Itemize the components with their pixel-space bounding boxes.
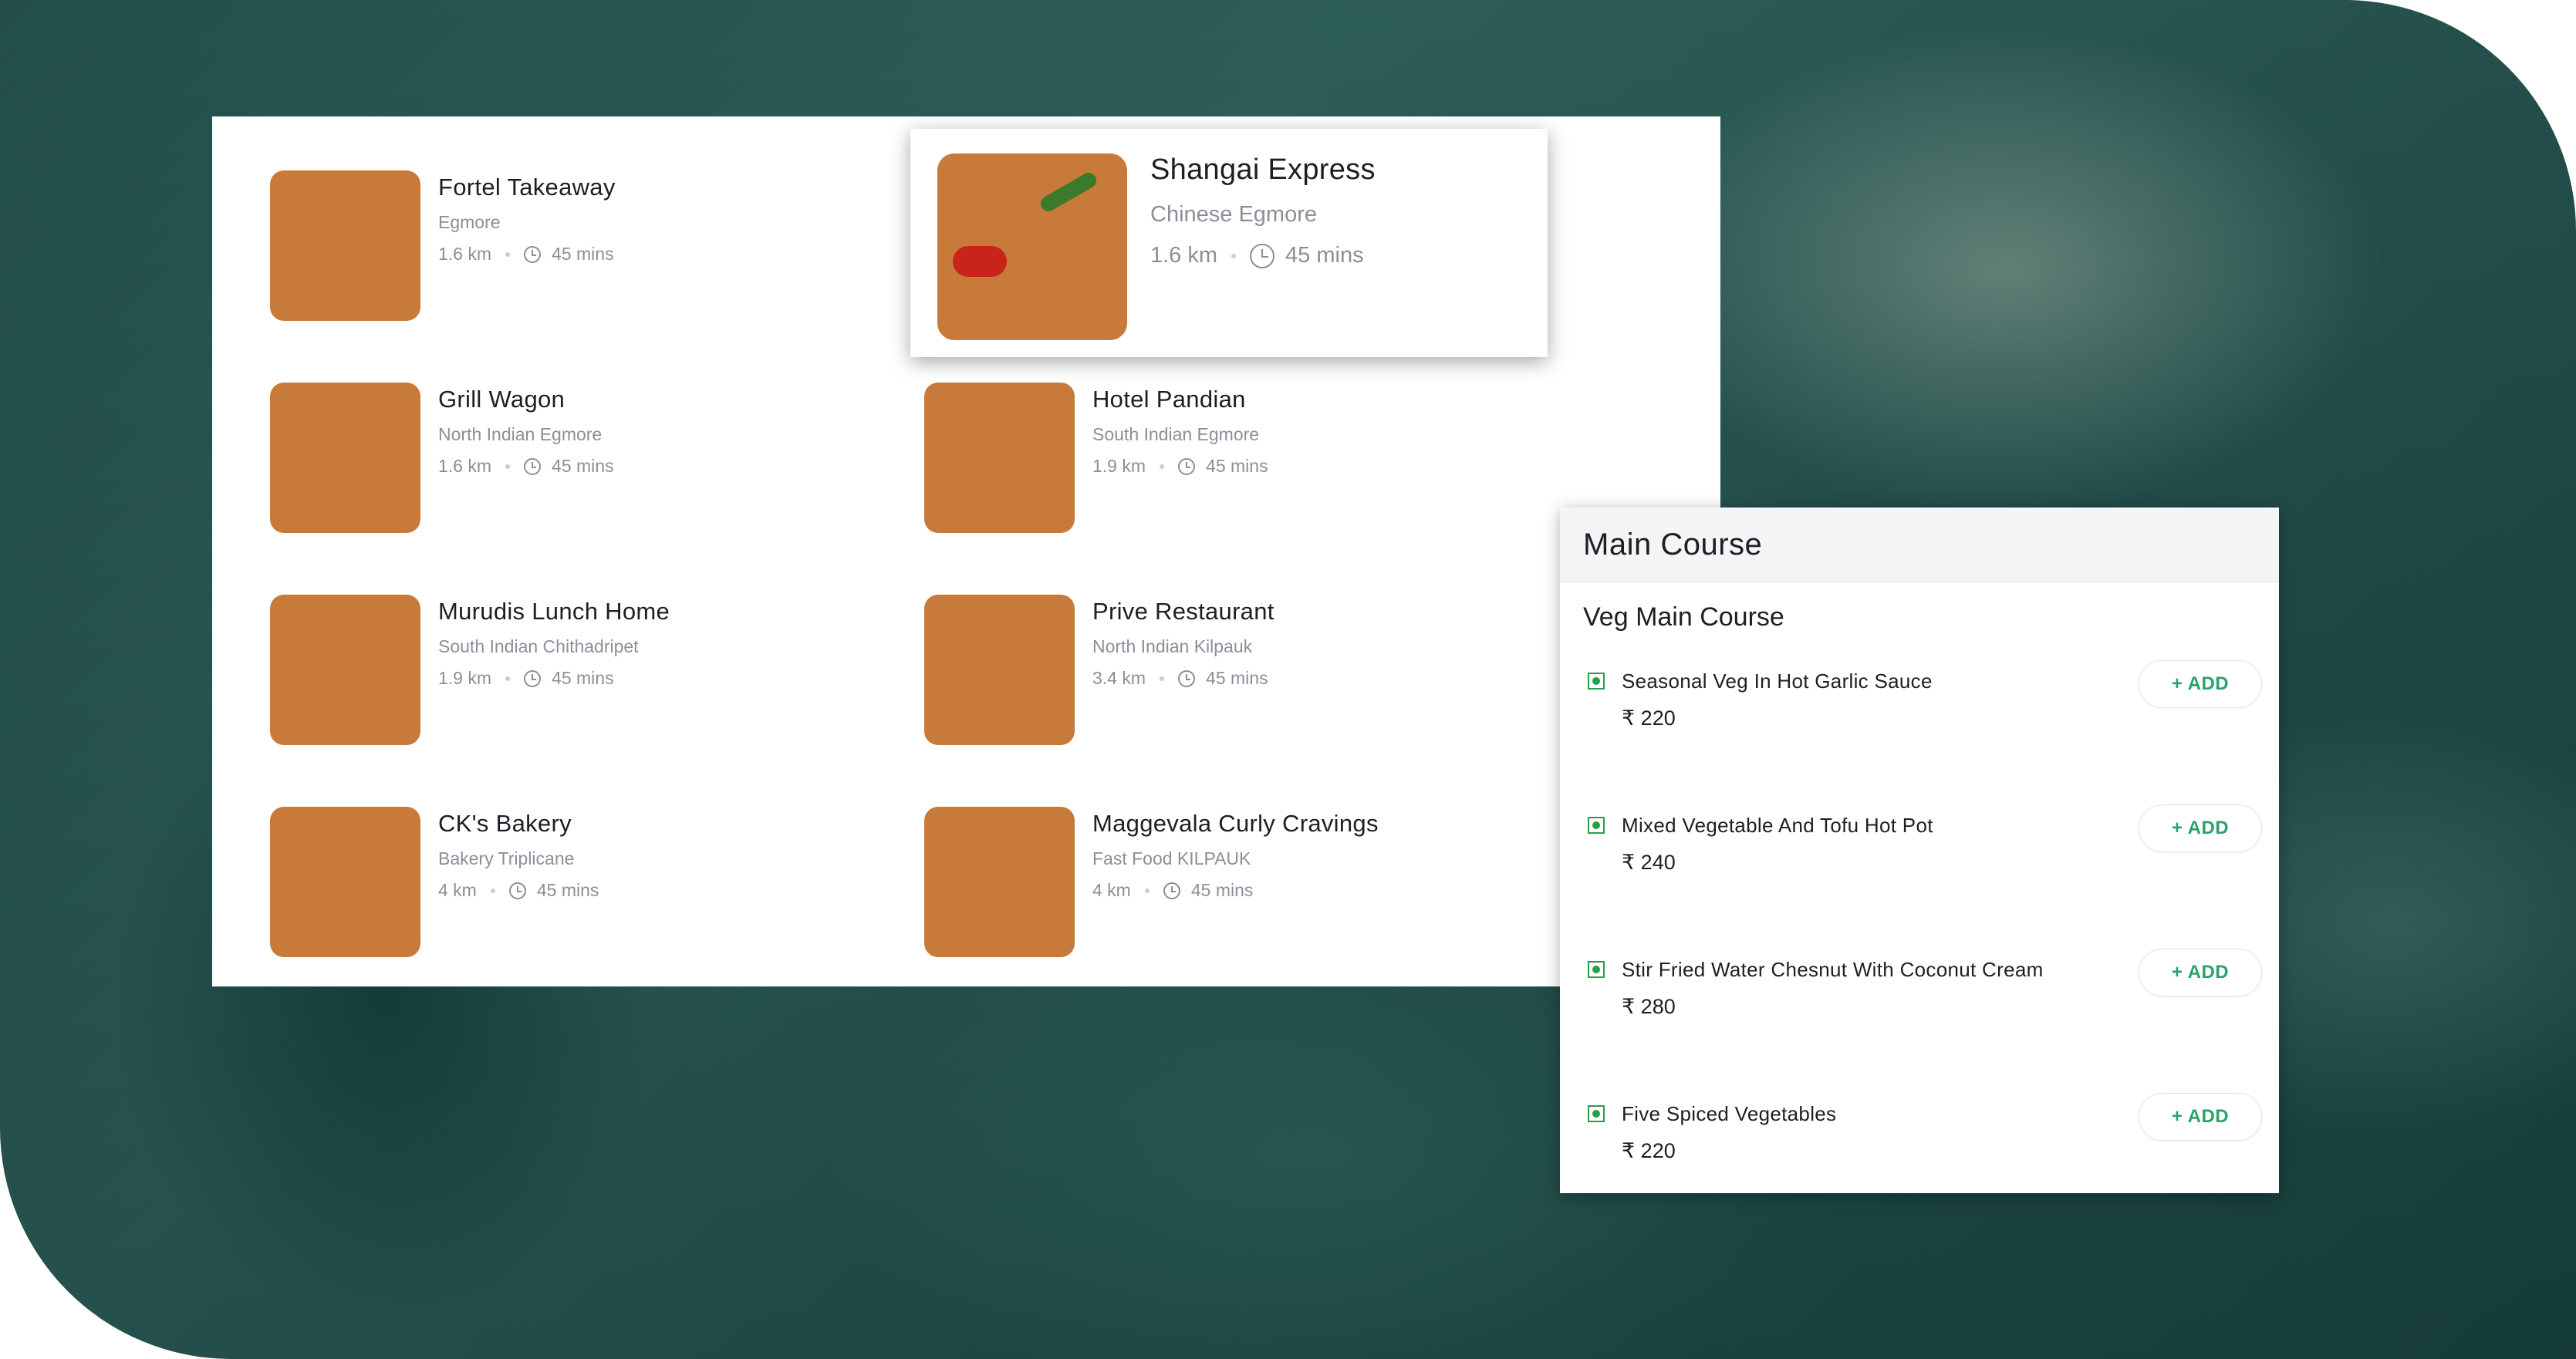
add-button[interactable]: + ADD (2139, 1093, 2262, 1141)
clock-icon (1250, 243, 1275, 268)
add-button[interactable]: + ADD (2139, 660, 2262, 708)
restaurant-card[interactable]: Fortel Takeaway Egmore 1.6 km 45 mins (270, 170, 616, 321)
restaurant-name: Maggevala Curly Cravings (1092, 810, 1379, 837)
clock-icon (1178, 457, 1196, 475)
restaurant-card[interactable]: Hotel Pandian South Indian Egmore 1.9 km… (924, 383, 1268, 533)
restaurant-image (924, 383, 1075, 533)
restaurant-cuisine: Fast Food KILPAUK (1092, 848, 1251, 868)
separator-dot (1160, 676, 1165, 681)
separator-dot (1144, 888, 1150, 893)
restaurant-cuisine: South Indian Chithadripet (438, 636, 639, 656)
restaurant-distance: 1.6 km (438, 244, 492, 264)
restaurant-image (924, 595, 1075, 745)
restaurant-name: Fortel Takeaway (438, 174, 616, 201)
restaurant-card[interactable]: Murudis Lunch Home South Indian Chithadr… (270, 595, 670, 745)
dish-name: Stir Fried Water Chesnut With Coconut Cr… (1622, 958, 2044, 981)
separator-dot (1231, 253, 1237, 258)
delivery-time: 45 mins (1190, 880, 1254, 900)
dish-price: ₹ 220 (1622, 706, 1676, 730)
restaurant-distance: 1.6 km (438, 456, 492, 476)
restaurant-card[interactable]: Maggevala Curly Cravings Fast Food KILPA… (924, 807, 1379, 957)
restaurant-card[interactable]: Grill Wagon North Indian Egmore 1.6 km 4… (270, 383, 614, 533)
restaurant-distance: 4 km (438, 880, 477, 900)
restaurant-image (270, 807, 420, 957)
add-button[interactable]: + ADD (2139, 804, 2262, 852)
separator-dot (490, 888, 495, 893)
dish-item: Stir Fried Water Chesnut With Coconut Cr… (1560, 949, 2279, 1074)
restaurant-image (924, 807, 1075, 957)
restaurant-cuisine: North Indian Kilpauk (1092, 636, 1253, 656)
menu-section-title: Veg Main Course (1583, 602, 1784, 632)
veg-icon (1588, 961, 1605, 978)
separator-dot (505, 464, 511, 469)
delivery-time: 45 mins (536, 880, 599, 900)
dish-item: Five Spiced Vegetables ₹ 220 + ADD (1560, 1093, 2279, 1218)
restaurant-cuisine: South Indian Egmore (1092, 424, 1260, 444)
restaurant-name: Grill Wagon (438, 386, 566, 413)
separator-dot (505, 251, 511, 257)
restaurant-image (270, 383, 420, 533)
restaurant-image (937, 153, 1127, 340)
restaurant-distance: 1.6 km (1150, 243, 1218, 268)
dish-name: Five Spiced Vegetables (1622, 1102, 1837, 1125)
clock-icon (508, 882, 526, 899)
restaurant-cuisine: Chinese Egmore (1150, 202, 1317, 227)
restaurant-name: CK's Bakery (438, 810, 572, 837)
restaurant-name: Prive Restaurant (1092, 598, 1274, 625)
restaurant-name: Murudis Lunch Home (438, 598, 670, 625)
delivery-time: 45 mins (1285, 243, 1364, 268)
restaurant-cuisine: Bakery Triplicane (438, 848, 575, 868)
restaurant-distance: 3.4 km (1092, 668, 1146, 688)
restaurant-name: Hotel Pandian (1092, 386, 1246, 413)
restaurant-image (270, 595, 420, 745)
dish-name: Mixed Vegetable And Tofu Hot Pot (1622, 814, 1933, 837)
dish-price: ₹ 220 (1622, 1139, 1676, 1162)
restaurant-cuisine: Egmore (438, 212, 501, 232)
delivery-time: 45 mins (1206, 456, 1268, 476)
menu-category-title: Main Course (1560, 508, 2279, 582)
add-button[interactable]: + ADD (2139, 949, 2262, 996)
separator-dot (1160, 464, 1165, 469)
restaurant-distance: 1.9 km (438, 668, 492, 688)
veg-icon (1588, 1105, 1605, 1122)
restaurant-cuisine: North Indian Egmore (438, 424, 603, 444)
restaurant-card[interactable]: Prive Restaurant North Indian Kilpauk 3.… (924, 595, 1274, 745)
separator-dot (505, 676, 511, 681)
dish-price: ₹ 240 (1622, 851, 1676, 874)
dish-item: Seasonal Veg In Hot Garlic Sauce ₹ 220 +… (1560, 660, 2279, 785)
clock-icon (524, 245, 542, 263)
clock-icon (1163, 882, 1180, 899)
restaurant-card[interactable]: CK's Bakery Bakery Triplicane 4 km 45 mi… (270, 807, 599, 957)
dish-name: Seasonal Veg In Hot Garlic Sauce (1622, 669, 1933, 693)
delivery-time: 45 mins (552, 668, 614, 688)
dish-item: Mixed Vegetable And Tofu Hot Pot ₹ 240 +… (1560, 804, 2279, 929)
delivery-time: 45 mins (1206, 668, 1268, 688)
delivery-time: 45 mins (552, 456, 614, 476)
featured-restaurant-card[interactable]: Shangai Express Chinese Egmore 1.6 km 45… (910, 129, 1548, 357)
delivery-time: 45 mins (552, 244, 614, 264)
restaurant-distance: 4 km (1092, 880, 1131, 900)
dish-price: ₹ 280 (1622, 995, 1676, 1018)
clock-icon (524, 457, 542, 475)
clock-icon (524, 669, 542, 687)
restaurant-distance: 1.9 km (1092, 456, 1146, 476)
restaurant-image (270, 170, 420, 321)
veg-icon (1588, 673, 1605, 690)
menu-panel: Main Course Veg Main Course Seasonal Veg… (1560, 508, 2279, 1193)
veg-icon (1588, 817, 1605, 834)
restaurant-name: Shangai Express (1150, 153, 1376, 186)
clock-icon (1178, 669, 1196, 687)
